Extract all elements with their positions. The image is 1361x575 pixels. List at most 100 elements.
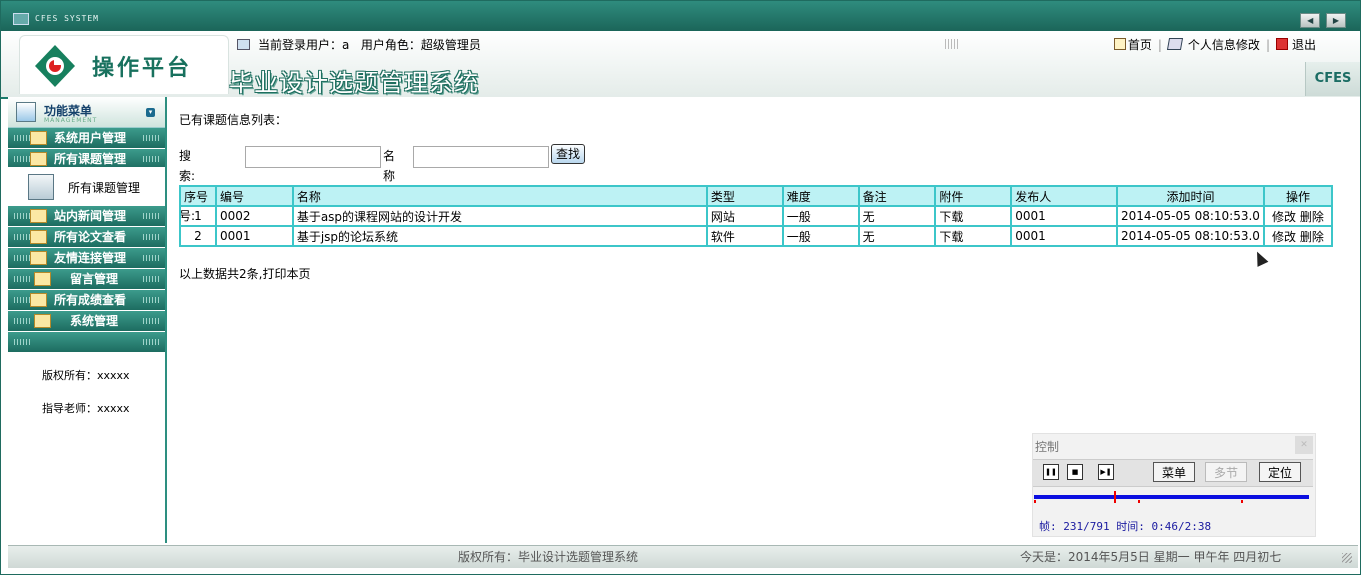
next-button[interactable]: ▶ <box>1326 13 1346 28</box>
timeline-tick <box>1138 500 1140 503</box>
menu-item-icon <box>34 272 51 286</box>
cell-difficulty: 一般 <box>781 225 860 247</box>
logout-link[interactable]: 退出 <box>1292 38 1316 52</box>
playback-control: 控制 ✕ ❚❚ ■ ▶❚ 菜单 多节 定位 帧: 231/791 时间: 0:4… <box>1032 433 1316 537</box>
sidebar-item-grades[interactable]: 所有成绩查看 <box>8 290 165 311</box>
sidebar-item-messages[interactable]: 留言管理 <box>8 269 165 290</box>
dots-icon <box>14 234 30 240</box>
resize-grip-icon[interactable] <box>1342 553 1352 563</box>
cell-type: 软件 <box>705 225 784 247</box>
logo-text: 操作平台 <box>92 55 193 80</box>
close-icon[interactable]: ✕ <box>1295 436 1313 454</box>
sidebar-item-label: 所有课题管理 <box>54 152 127 166</box>
cell-no: 1 <box>179 205 217 227</box>
window-icon <box>13 13 29 25</box>
dots-icon <box>14 213 30 219</box>
dots-icon <box>14 255 30 261</box>
sidebar-item-label: 所有成绩查看 <box>54 293 127 307</box>
search-id-input[interactable] <box>245 146 381 168</box>
download-link[interactable]: 下载 <box>934 205 1013 227</box>
dots-icon <box>143 318 159 324</box>
edit-link[interactable]: 修改 <box>1272 230 1296 244</box>
profile-link[interactable]: 个人信息修改 <box>1188 38 1260 52</box>
edit-link[interactable]: 修改 <box>1272 210 1296 224</box>
search-name-input[interactable] <box>413 146 549 168</box>
col-header-no: 序号 <box>179 185 217 207</box>
table-header-row: 序号 编号 名称 类型 难度 备注 附件 发布人 添加时间 操作 <box>179 185 1334 207</box>
sidebar-item-label: 友情连接管理 <box>54 251 127 265</box>
menu-button[interactable]: 菜单 <box>1153 462 1195 482</box>
dots-icon <box>143 297 159 303</box>
sidebar-item-users[interactable]: 系统用户管理 <box>8 128 165 149</box>
sidebar-item-system[interactable]: 系统管理 <box>8 311 165 332</box>
dots-icon <box>14 318 30 324</box>
step-forward-icon[interactable]: ▶❚ <box>1098 464 1114 480</box>
sidebar-item-papers[interactable]: 所有论文查看 <box>8 227 165 248</box>
menu-item-icon <box>30 131 47 145</box>
role-label: 用户角色： <box>360 38 421 52</box>
window-title: CFES SYSTEM <box>35 14 99 23</box>
top-links: 首页 | 个人信息修改 | 退出 <box>1113 35 1316 55</box>
copyright-text: 版权所有：xxxxx <box>42 369 130 382</box>
stop-icon[interactable]: ■ <box>1067 464 1083 480</box>
monitor-icon <box>237 39 250 50</box>
summary-text: 以上数据共2条, <box>179 267 263 281</box>
search-name-label: 名称 <box>383 149 396 183</box>
section-button: 多节 <box>1205 462 1247 482</box>
timeline-track[interactable] <box>1034 491 1309 503</box>
current-user: a <box>342 38 350 52</box>
app-window: CFES SYSTEM ◀ ▶ 操作平台 当前登录用户：a 用户角色：超级管理员… <box>0 0 1361 575</box>
sidebar-item-news[interactable]: 站内新闻管理 <box>8 206 165 227</box>
dots-icon <box>14 276 30 282</box>
delete-link[interactable]: 删除 <box>1300 210 1324 224</box>
frame-time-readout: 帧: 231/791 时间: 0:46/2:38 <box>1039 520 1212 533</box>
cell-actions: 修改 删除 <box>1262 205 1334 227</box>
dots-icon <box>143 234 159 240</box>
col-header-time: 添加时间 <box>1115 185 1265 207</box>
download-link[interactable]: 下载 <box>934 225 1013 247</box>
col-header-attachment: 附件 <box>934 185 1013 207</box>
locate-button[interactable]: 定位 <box>1259 462 1301 482</box>
sidebar-item-label: 系统用户管理 <box>54 131 127 145</box>
grip-icon <box>945 39 959 49</box>
pause-icon[interactable]: ❚❚ <box>1043 464 1059 480</box>
summary: 以上数据共2条,打印本页 <box>179 265 310 282</box>
sidebar-item-label: 站内新闻管理 <box>54 209 127 223</box>
sidebar: 功能菜单 MANAGEMENT ▾ 系统用户管理 所有课题管理 所有课题管理 站… <box>8 97 167 543</box>
home-link[interactable]: 首页 <box>1128 38 1152 52</box>
sidebar-item-label: 系统管理 <box>70 314 119 328</box>
system-title: 毕业设计选题管理系统 <box>229 71 479 97</box>
menu-item-icon <box>30 293 47 307</box>
user-info: 当前登录用户：a 用户角色：超级管理员 <box>237 35 481 55</box>
menu-item-icon <box>30 230 47 244</box>
status-bar: 版权所有：毕业设计选题管理系统 今天是：2014年5月5日 星期一 甲午年 四月… <box>8 545 1358 568</box>
sidebar-footer-bar <box>8 332 165 353</box>
dots-icon <box>14 156 30 162</box>
window-titlebar: CFES SYSTEM ◀ ▶ <box>1 1 1360 31</box>
timeline-playhead[interactable] <box>1114 491 1117 503</box>
cell-type: 网站 <box>705 205 784 227</box>
sidebar-item-links[interactable]: 友情连接管理 <box>8 248 165 269</box>
prev-button[interactable]: ◀ <box>1300 13 1321 28</box>
find-button[interactable]: 查找 <box>551 144 585 164</box>
dots-icon <box>143 213 159 219</box>
current-user-label: 当前登录用户： <box>258 38 343 52</box>
submenu-item-topics[interactable]: 所有课题管理 <box>68 179 140 196</box>
collapse-icon[interactable]: ▾ <box>146 108 155 117</box>
dots-icon <box>143 255 159 261</box>
timeline-tick <box>1241 500 1243 503</box>
col-header-name: 名称 <box>291 185 708 207</box>
menu-item-icon <box>30 251 47 265</box>
col-header-difficulty: 难度 <box>781 185 860 207</box>
cell-publisher: 0001 <box>1010 225 1118 247</box>
cell-actions: 修改 删除 <box>1262 225 1334 247</box>
delete-link[interactable]: 删除 <box>1300 230 1324 244</box>
table-row: 2 0001 基于jsp的论坛系统 软件 一般 无 下载 0001 2014-0… <box>179 225 1334 247</box>
teacher-text: 指导老师：xxxxx <box>42 402 130 415</box>
brand-badge: CFES <box>1305 62 1360 96</box>
menu-header: 功能菜单 MANAGEMENT ▾ <box>8 97 165 128</box>
print-link[interactable]: 打印本页 <box>262 267 310 281</box>
control-toolbar: ❚❚ ■ ▶❚ 菜单 多节 定位 <box>1033 459 1313 487</box>
topics-table: 序号 编号 名称 类型 难度 备注 附件 发布人 添加时间 操作 1 0002 … <box>179 185 1334 247</box>
dots-icon <box>143 156 159 162</box>
